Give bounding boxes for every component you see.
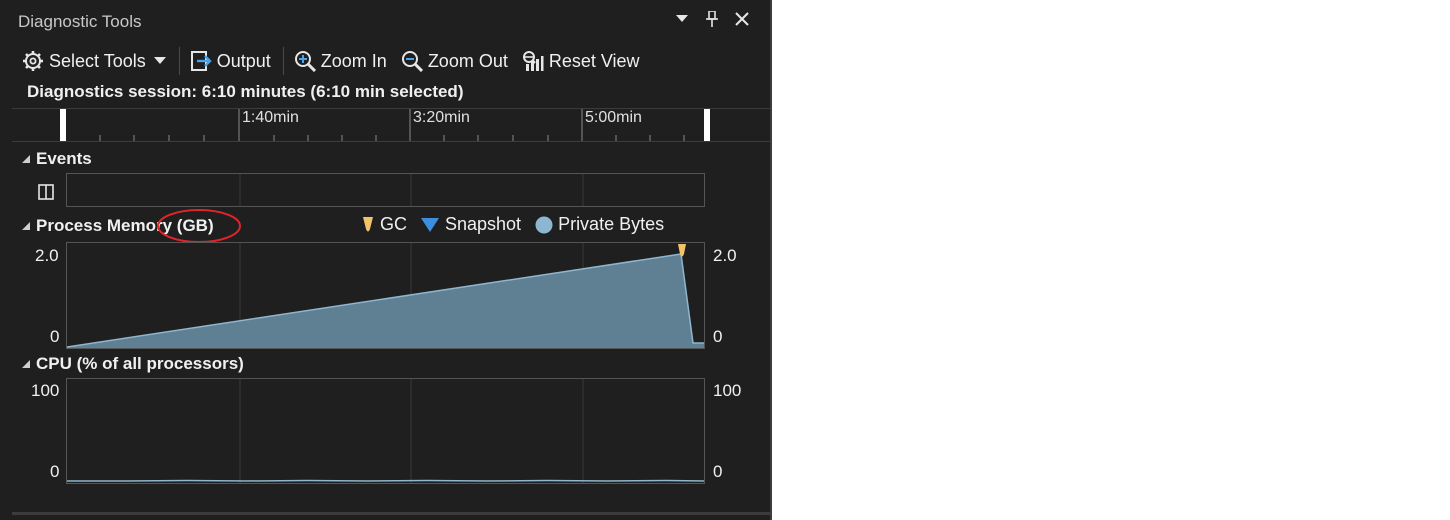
toolbar-separator: [178, 47, 180, 75]
cpu-y-max-right: 100: [713, 381, 742, 400]
session-summary: Diagnostics session: 6:10 minutes (6:10 …: [27, 82, 464, 101]
cpu-graph[interactable]: [66, 378, 705, 484]
cpu-y-min-right: 0: [713, 462, 723, 481]
bottom-scrollbar[interactable]: [12, 512, 770, 515]
memory-y-min-right: 0: [713, 327, 723, 346]
annotation-circle: [157, 209, 241, 243]
ruler-tick-label: 1:40min: [242, 109, 299, 126]
memory-y-max-right: 2.0: [713, 246, 737, 265]
collapse-triangle-icon: [22, 155, 30, 163]
panel-title: Diagnostic Tools: [18, 12, 142, 31]
memory-y-max-left: 2.0: [35, 246, 59, 265]
title-bar: Diagnostic Tools: [0, 0, 770, 40]
zoom-out-button[interactable]: Zoom Out: [397, 46, 512, 76]
select-tools-button[interactable]: Select Tools: [18, 46, 171, 76]
toolbar: Select Tools Output Zoom In Zoom Out Res…: [18, 44, 650, 78]
reset-view-label: Reset View: [548, 50, 640, 71]
legend-private-bytes: Private Bytes: [535, 214, 664, 235]
dropdown-arrow-icon[interactable]: [674, 10, 690, 28]
ruler-right-handle: [704, 109, 710, 141]
toolbar-separator: [282, 47, 284, 75]
zoom-in-icon: [294, 51, 316, 72]
output-button[interactable]: Output: [186, 46, 275, 76]
legend-snapshot: Snapshot: [421, 214, 521, 235]
reset-view-icon: [522, 51, 544, 71]
events-pause-icon[interactable]: [38, 184, 54, 205]
output-icon: [190, 51, 212, 71]
memory-legend: GC Snapshot Private Bytes: [362, 214, 678, 235]
events-track[interactable]: [66, 173, 705, 207]
private-bytes-swatch-icon: [535, 216, 553, 233]
zoom-in-button[interactable]: Zoom In: [290, 46, 391, 76]
events-label: Events: [36, 149, 92, 168]
output-label: Output: [216, 50, 271, 71]
close-icon[interactable]: [734, 10, 750, 28]
memory-graph[interactable]: [66, 242, 705, 349]
select-tools-label: Select Tools: [49, 50, 146, 71]
reset-view-button[interactable]: Reset View: [518, 46, 644, 76]
cpu-section-header[interactable]: CPU (% of all processors): [22, 354, 244, 374]
timeline-ruler[interactable]: 1:40min 3:20min 5:00min: [12, 108, 770, 142]
gear-icon: [23, 51, 43, 71]
private-bytes-area: [67, 254, 704, 348]
gc-marker-icon: [363, 216, 373, 231]
collapse-triangle-icon: [22, 360, 30, 368]
events-section-header[interactable]: Events: [22, 149, 92, 169]
title-bar-controls: [674, 10, 750, 28]
cpu-y-max-left: 100: [31, 381, 60, 400]
pin-icon[interactable]: [704, 10, 720, 28]
collapse-triangle-icon: [22, 222, 30, 230]
memory-y-min-left: 0: [50, 327, 60, 346]
zoom-in-label: Zoom In: [320, 50, 387, 71]
ruler-left-handle: [60, 109, 66, 141]
zoom-out-label: Zoom Out: [427, 50, 508, 71]
ruler-tick-label: 5:00min: [585, 109, 642, 126]
cpu-y-min-left: 0: [50, 462, 60, 481]
diagnostic-tools-panel: Diagnostic Tools Select Tools Output Zoo…: [0, 0, 772, 520]
cpu-label: CPU (% of all processors): [36, 354, 244, 373]
ruler-tick-label: 3:20min: [413, 109, 470, 126]
chevron-down-icon: [153, 57, 166, 64]
zoom-out-icon: [401, 51, 423, 72]
snapshot-marker-icon: [421, 217, 439, 232]
cpu-usage-line: [67, 479, 704, 482]
legend-gc: GC: [362, 214, 407, 235]
